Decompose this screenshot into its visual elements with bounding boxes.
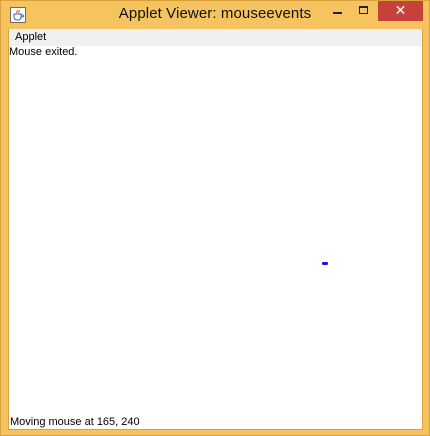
minimize-button[interactable] <box>324 1 351 21</box>
applet-viewer-window: Applet Viewer: mouseevents ✕ Applet Mous… <box>0 0 430 436</box>
close-icon: ✕ <box>394 2 407 18</box>
menu-bar: Applet <box>9 29 422 46</box>
minimize-icon <box>333 12 342 14</box>
menu-applet[interactable]: Applet <box>15 31 46 43</box>
status-text: Moving mouse at 165, 240 <box>10 416 140 428</box>
close-button[interactable]: ✕ <box>378 1 423 21</box>
maximize-icon <box>359 6 368 14</box>
applet-message: Mouse exited. <box>9 46 78 58</box>
window-client-area: Applet Mouse exited. Moving mouse at 165… <box>8 29 423 430</box>
maximize-button[interactable] <box>351 1 378 21</box>
title-bar[interactable]: Applet Viewer: mouseevents ✕ <box>1 1 429 29</box>
applet-canvas[interactable]: Mouse exited. Moving mouse at 165, 240 <box>9 46 422 429</box>
mouse-cursor-mark <box>322 262 328 265</box>
